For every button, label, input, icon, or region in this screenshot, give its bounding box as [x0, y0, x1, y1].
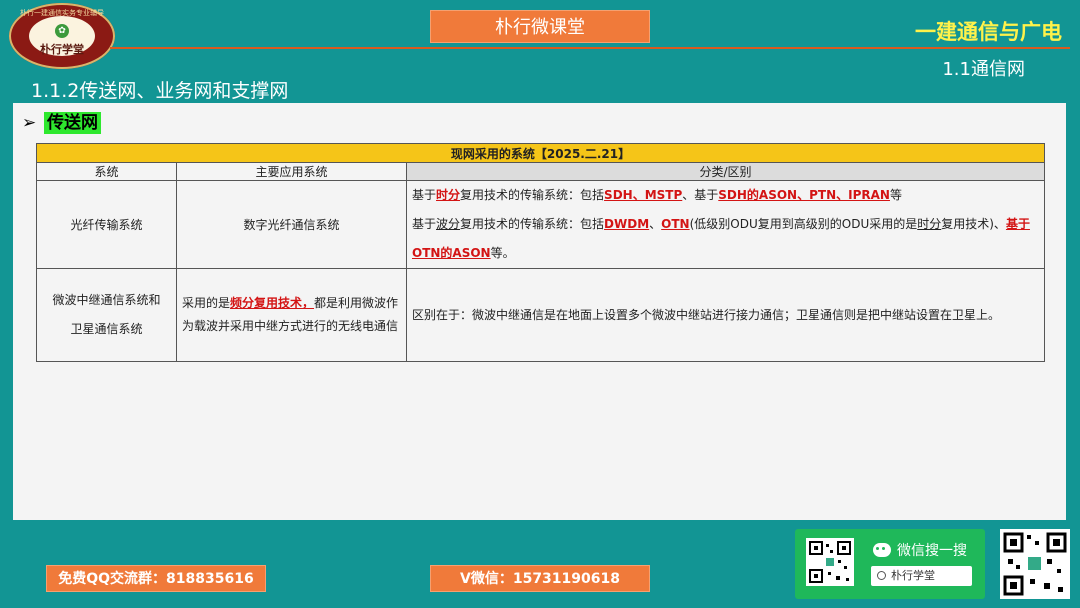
wechat-search-label: 微信搜一搜	[873, 540, 967, 560]
wechat-id-banner: V微信：15731190618	[430, 565, 650, 592]
wechat-icon	[873, 543, 891, 557]
qq-group-banner: 免费QQ交流群：818835616	[46, 565, 266, 592]
application-cell: 采用的是频分复用技术，都是利用微波作为载波并采用中继方式进行的无线电通信	[176, 268, 407, 362]
system-cell: 光纤传输系统	[36, 180, 177, 269]
column-header: 主要应用系统	[176, 162, 407, 181]
bullet-arrow-icon: ➢	[22, 113, 37, 133]
search-value: 朴行学堂	[891, 569, 935, 582]
detail-line: 基于波分复用技术的传输系统：包括DWDM、OTN(低级别ODU复用到高级别的OD…	[412, 217, 1030, 260]
application-cell: 数字光纤通信系统	[176, 180, 407, 269]
detail-cell: 区别在于：微波中继通信是在地面上设置多个微波中继站进行接力通信；卫星通信则是把中…	[406, 268, 1045, 362]
logo-emblem-icon: ✿	[55, 24, 69, 38]
logo-name: 朴行学堂	[40, 43, 84, 56]
search-icon	[877, 571, 886, 580]
course-title: 一建通信与广电	[915, 20, 1062, 44]
detail-line: 基于时分复用技术的传输系统：包括SDH、MSTP、基于SDH的ASON、PTN、…	[412, 188, 902, 202]
table-row: 微波中继通信系统和 卫星通信系统 采用的是频分复用技术，都是利用微波作为载波并采…	[36, 268, 1045, 362]
system-cell: 微波中继通信系统和 卫星通信系统	[36, 268, 177, 362]
column-header: 分类/区别	[406, 162, 1045, 181]
table-header-row: 系统 主要应用系统 分类/区别	[36, 162, 1045, 181]
qr-code-icon	[1000, 529, 1070, 599]
section-heading: 传送网	[44, 112, 101, 134]
school-logo: 朴行一建通信实务专业辅导 ✿ 朴行学堂	[9, 3, 115, 69]
page-title: 1.1.2传送网、业务网和支撑网	[31, 80, 289, 102]
header-divider	[110, 47, 1070, 49]
table-caption-row: 现网采用的系统【2025.二.21】	[36, 143, 1045, 163]
section-label: 1.1通信网	[942, 59, 1025, 80]
detail-cell: 基于时分复用技术的传输系统：包括SDH、MSTP、基于SDH的ASON、PTN、…	[406, 180, 1045, 269]
systems-table: 现网采用的系统【2025.二.21】 系统 主要应用系统 分类/区别 光纤传输系…	[36, 143, 1045, 362]
brand-banner: 朴行微课堂	[430, 10, 650, 43]
qr-code-icon	[806, 538, 854, 586]
table-caption: 现网采用的系统【2025.二.21】	[36, 143, 1045, 163]
wechat-search-input[interactable]: 朴行学堂	[871, 566, 972, 586]
column-header: 系统	[36, 162, 177, 181]
table-row: 光纤传输系统 数字光纤通信系统 基于时分复用技术的传输系统：包括SDH、MSTP…	[36, 180, 1045, 269]
